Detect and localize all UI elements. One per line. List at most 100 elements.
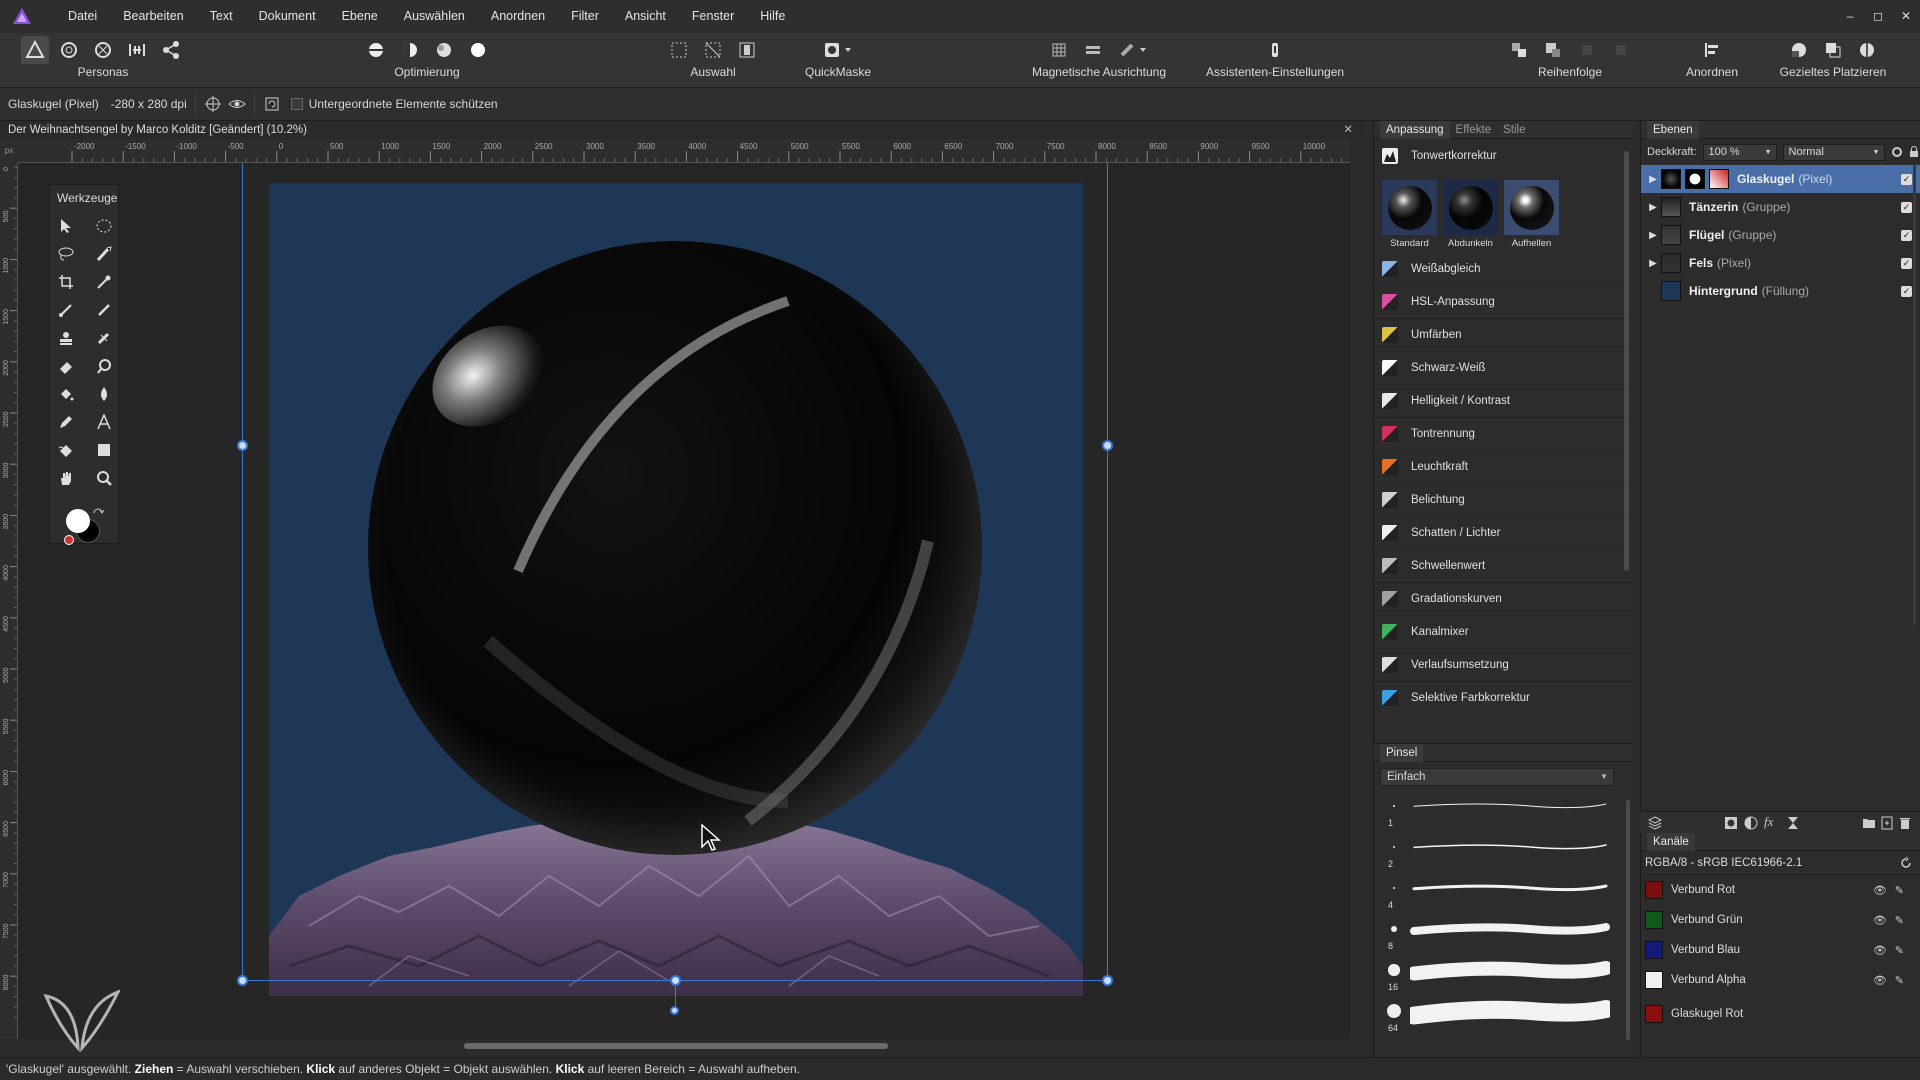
- assistant-button[interactable]: [1261, 36, 1289, 64]
- tab-effekte[interactable]: Effekte: [1450, 121, 1498, 139]
- adjustment-item[interactable]: Kanalmixer: [1374, 616, 1633, 649]
- adjustment-item[interactable]: Umfärben: [1374, 319, 1633, 352]
- swap-colors-icon[interactable]: [92, 507, 104, 519]
- expand-triangle-icon[interactable]: ▶: [1645, 174, 1661, 185]
- quickmask-button[interactable]: [818, 36, 858, 64]
- tab-kanaele[interactable]: Kanäle: [1647, 832, 1695, 851]
- auto-colors-button[interactable]: [430, 36, 458, 64]
- rotate-icon[interactable]: [263, 95, 281, 113]
- menu-datei[interactable]: Datei: [55, 0, 110, 33]
- channel-row[interactable]: Verbund Alpha 👁 ✎: [1641, 965, 1920, 995]
- brush-category-select[interactable]: Einfach ▼: [1380, 768, 1614, 786]
- auto-levels-button[interactable]: [362, 36, 390, 64]
- menu-auswaehlen[interactable]: Auswählen: [391, 0, 478, 33]
- menu-text[interactable]: Text: [197, 0, 246, 33]
- brush-preset[interactable]: 1: [1374, 792, 1633, 833]
- brush-preset[interactable]: 4: [1374, 874, 1633, 915]
- tab-stile[interactable]: Stile: [1497, 121, 1531, 139]
- edit-pencil-icon[interactable]: ✎: [1895, 914, 1904, 927]
- paint-brush-tool[interactable]: [54, 299, 78, 321]
- mask-icon[interactable]: [1724, 816, 1738, 830]
- layer-visibility-checkbox[interactable]: ✓: [1901, 285, 1912, 297]
- layer-row[interactable]: Hintergrund (Füllung) ✓: [1641, 277, 1920, 305]
- invert-selection-button[interactable]: [733, 36, 761, 64]
- pen-tool[interactable]: [54, 411, 78, 433]
- hand-tool[interactable]: [54, 467, 78, 489]
- brush-preset[interactable]: 2: [1374, 833, 1633, 874]
- handle-bottom-center[interactable]: [670, 975, 681, 986]
- trash-icon[interactable]: [1898, 816, 1912, 830]
- refresh-icon[interactable]: [1900, 857, 1912, 869]
- handle-bottom-left[interactable]: [237, 975, 248, 986]
- live-filter-icon[interactable]: [1786, 816, 1800, 830]
- tonemap-persona-button[interactable]: [123, 36, 151, 64]
- visibility-eye-icon[interactable]: [228, 95, 246, 113]
- adjustment-item[interactable]: Schatten / Lichter: [1374, 517, 1633, 550]
- shape-tool[interactable]: [92, 439, 116, 461]
- visibility-eye-icon[interactable]: 👁: [1873, 974, 1887, 987]
- menu-ebene[interactable]: Ebene: [329, 0, 391, 33]
- folder-icon[interactable]: [1862, 816, 1876, 830]
- fill-tool[interactable]: [54, 439, 78, 461]
- visibility-eye-icon[interactable]: 👁: [1873, 944, 1887, 957]
- layer-visibility-checkbox[interactable]: ✓: [1901, 201, 1912, 213]
- lasso-tool[interactable]: [54, 243, 78, 265]
- layer-row[interactable]: ▶ Glaskugel (Pixel) ✓: [1641, 165, 1920, 193]
- text-tool[interactable]: [92, 411, 116, 433]
- channel-row[interactable]: Verbund Grün 👁 ✎: [1641, 905, 1920, 935]
- select-all-button[interactable]: [665, 36, 693, 64]
- channel-row[interactable]: Glaskugel Rot: [1641, 999, 1920, 1029]
- color-swatches[interactable]: [64, 507, 104, 547]
- insert-inside-button[interactable]: [1819, 36, 1847, 64]
- adjustment-item[interactable]: Helligkeit / Kontrast: [1374, 385, 1633, 418]
- color-picker-tool[interactable]: [92, 271, 116, 293]
- adjustment-item[interactable]: Gradationskurven: [1374, 583, 1633, 616]
- gear-icon[interactable]: [1891, 146, 1903, 158]
- clone-tool[interactable]: [54, 327, 78, 349]
- snapping-align-button[interactable]: [1079, 36, 1107, 64]
- blur-tool[interactable]: [92, 383, 116, 405]
- brush-preset[interactable]: 64: [1374, 997, 1633, 1038]
- zoom-tool[interactable]: [92, 467, 116, 489]
- smudge-tool[interactable]: [92, 327, 116, 349]
- channel-row[interactable]: Verbund Blau 👁 ✎: [1641, 935, 1920, 965]
- adjustment-item[interactable]: Schwellenwert: [1374, 550, 1633, 583]
- adjustment-item[interactable]: Leuchtkraft: [1374, 451, 1633, 484]
- visibility-eye-icon[interactable]: 👁: [1873, 914, 1887, 927]
- insert-top-button[interactable]: [1853, 36, 1881, 64]
- export-persona-button[interactable]: [157, 36, 185, 64]
- document-tab[interactable]: Der Weihnachtsengel by Marco Kolditz [Ge…: [0, 121, 1365, 139]
- move-back-one-button[interactable]: [1539, 36, 1567, 64]
- edit-pencil-icon[interactable]: ✎: [1895, 974, 1904, 987]
- expand-triangle-icon[interactable]: ▶: [1645, 230, 1661, 241]
- edit-pencil-icon[interactable]: ✎: [1895, 884, 1904, 897]
- handle-left[interactable]: [237, 440, 248, 451]
- layer-visibility-checkbox[interactable]: ✓: [1901, 257, 1912, 269]
- menu-filter[interactable]: Filter: [558, 0, 612, 33]
- eraser-tool[interactable]: [54, 355, 78, 377]
- foreground-color-swatch[interactable]: [66, 509, 90, 533]
- adjustment-item-tonwertkorrektur[interactable]: Tonwertkorrektur: [1374, 139, 1633, 172]
- photo-persona-button[interactable]: [21, 36, 49, 64]
- pixel-brush-tool[interactable]: [92, 299, 116, 321]
- tab-ebenen[interactable]: Ebenen: [1647, 120, 1699, 139]
- maximize-button[interactable]: ◻: [1864, 0, 1892, 33]
- menu-bearbeiten[interactable]: Bearbeiten: [110, 0, 196, 33]
- auto-white-balance-button[interactable]: [464, 36, 492, 64]
- adjustment-item[interactable]: Weißabgleich: [1374, 253, 1633, 286]
- adjustment-item[interactable]: Selektive Farbkorrektur: [1374, 682, 1633, 711]
- move-forward-one-button[interactable]: [1573, 36, 1601, 64]
- preset-standard[interactable]: Standard: [1382, 180, 1437, 249]
- layer-visibility-checkbox[interactable]: ✓: [1901, 229, 1912, 241]
- add-layer-icon[interactable]: [1880, 816, 1894, 830]
- brush-preset[interactable]: 8: [1374, 915, 1633, 956]
- lock-icon[interactable]: [1909, 146, 1919, 158]
- reset-colors-icon[interactable]: [64, 535, 74, 545]
- layer-visibility-checkbox[interactable]: ✓: [1901, 173, 1912, 185]
- marquee-tool[interactable]: [92, 215, 116, 237]
- minimize-button[interactable]: –: [1836, 0, 1864, 33]
- expand-triangle-icon[interactable]: ▶: [1645, 202, 1661, 213]
- insert-behind-button[interactable]: [1785, 36, 1813, 64]
- preset-abdunkeln[interactable]: Abdunkeln: [1443, 180, 1498, 249]
- close-document-icon[interactable]: ✕: [1343, 121, 1353, 139]
